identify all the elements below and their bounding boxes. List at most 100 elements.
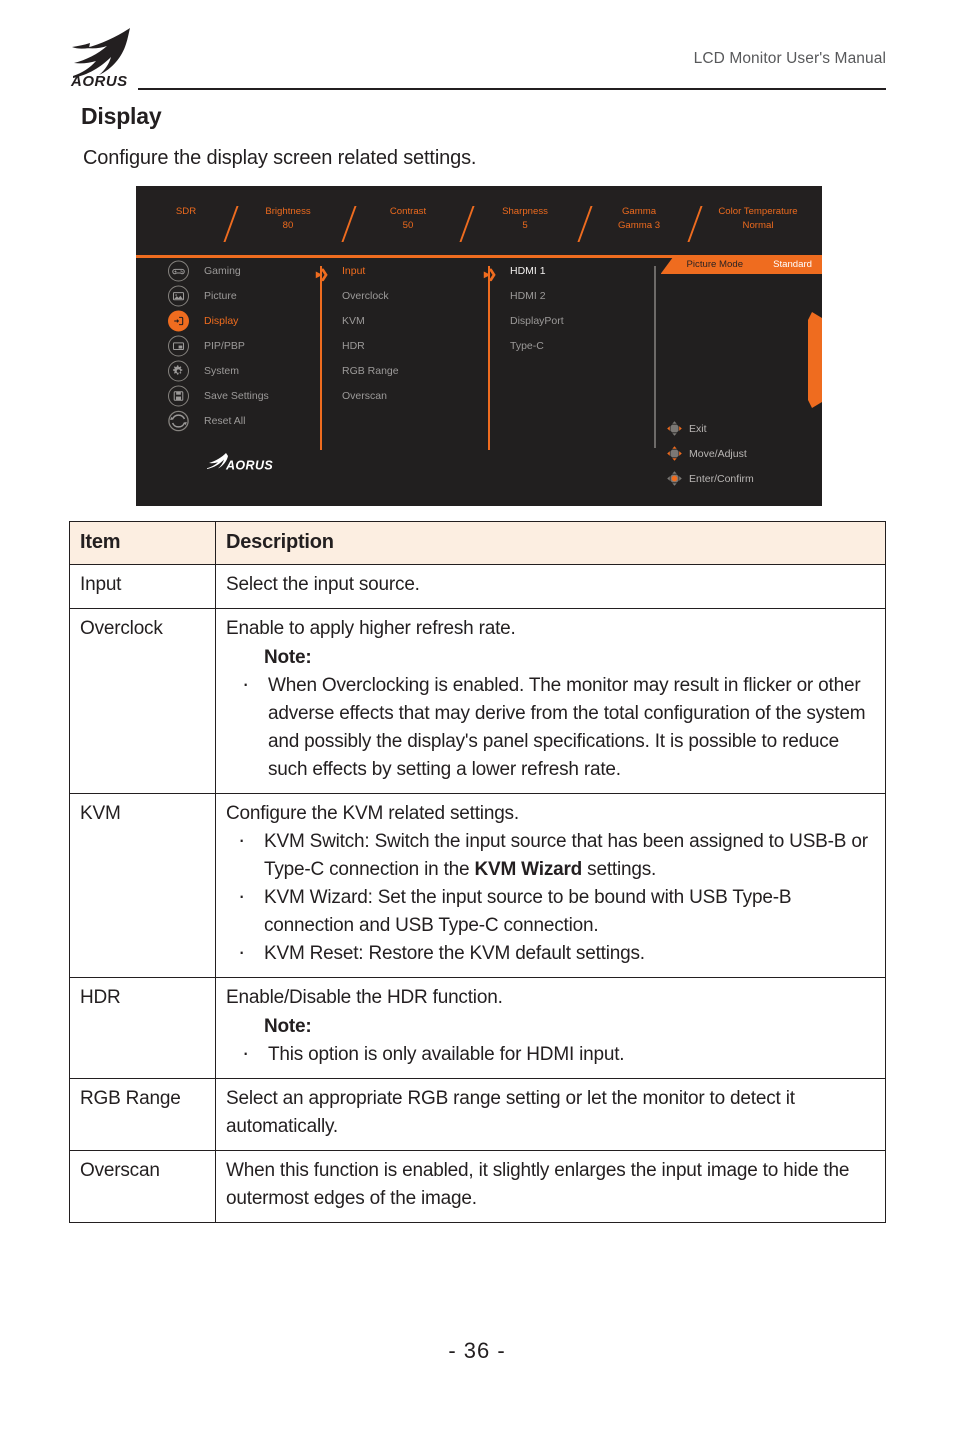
osd-item-label: Type-C bbox=[510, 339, 544, 352]
osd-item-picture[interactable]: Picture bbox=[158, 283, 318, 308]
osd-status-contrast: Contrast 50 bbox=[389, 206, 427, 231]
aorus-logo: AORUS bbox=[68, 26, 158, 88]
svg-text:AORUS: AORUS bbox=[70, 73, 128, 88]
note-label: Note: bbox=[264, 1016, 312, 1037]
osd-item-gaming[interactable]: Gaming bbox=[158, 258, 318, 283]
gear-icon bbox=[168, 360, 189, 381]
reset-icon bbox=[168, 410, 189, 431]
osd-menu-body: ▸❯ ▸❯ Gaming Picture Display PIP/PBP Sys… bbox=[136, 258, 822, 506]
osd-options-column: HDMI 1 HDMI 2 DisplayPort Type-C bbox=[510, 258, 670, 358]
osd-menu-screenshot: SDR Brightness 80 Contrast 50 Sharpness … bbox=[136, 186, 822, 506]
table-header-row: Item Description bbox=[69, 521, 886, 565]
row-description: Enable/Disable the HDR function. Note: T… bbox=[215, 977, 886, 1079]
display-input-icon bbox=[168, 310, 189, 331]
bullet-item: KVM Switch: Switch the input source that… bbox=[226, 826, 875, 884]
osd-item-pip-pbp[interactable]: PIP/PBP bbox=[158, 333, 318, 358]
table-header-description: Description bbox=[215, 521, 886, 565]
osd-status-sep bbox=[341, 206, 357, 242]
osd-status-gamma: Gamma Gamma 3 bbox=[617, 206, 661, 231]
osd-column-divider-2 bbox=[488, 266, 490, 450]
note-bullet-list: When Overclocking is enabled. The monito… bbox=[226, 670, 875, 784]
osd-item-display[interactable]: Display bbox=[158, 308, 318, 333]
osd-subitem-kvm[interactable]: KVM bbox=[342, 308, 488, 333]
joystick-move-icon bbox=[666, 445, 683, 462]
osd-item-label: Display bbox=[204, 314, 239, 327]
pip-icon bbox=[168, 335, 189, 356]
osd-item-label: Input bbox=[342, 264, 366, 277]
osd-subitem-overscan[interactable]: Overscan bbox=[342, 383, 488, 408]
osd-item-label: DisplayPort bbox=[510, 314, 564, 327]
note-label: Note: bbox=[264, 647, 312, 668]
page-title: Display bbox=[81, 103, 162, 129]
table-row: Overscan When this function is enabled, … bbox=[69, 1150, 886, 1223]
bullet-item: KVM Wizard: Set the input source to be b… bbox=[226, 882, 875, 940]
osd-status-brightness: Brightness 80 bbox=[265, 206, 311, 231]
osd-navigation-hints: Exit Move/Adjust Enter/Confirm bbox=[666, 416, 754, 491]
osd-item-label: HDR bbox=[342, 339, 365, 352]
osd-item-label: HDMI 1 bbox=[510, 264, 546, 277]
nav-hint-label: Enter/Confirm bbox=[689, 472, 754, 485]
osd-option-hdmi-1[interactable]: HDMI 1 bbox=[510, 258, 670, 283]
osd-item-label: Reset All bbox=[204, 414, 246, 427]
image-icon bbox=[168, 285, 189, 306]
page-number: - 36 - bbox=[448, 1338, 506, 1363]
row-description: Configure the KVM related settings. KVM … bbox=[215, 793, 886, 978]
gamepad-icon bbox=[168, 260, 189, 281]
table-row: Overclock Enable to apply higher refresh… bbox=[69, 608, 886, 794]
row-item-name: Input bbox=[69, 564, 216, 609]
osd-status-sharpness: Sharpness 5 bbox=[502, 206, 548, 231]
desc-main: Select an appropriate RGB range setting … bbox=[226, 1088, 795, 1137]
table-row: HDR Enable/Disable the HDR function. Not… bbox=[69, 977, 886, 1079]
osd-item-label: Gaming bbox=[204, 264, 241, 277]
osd-item-label: Save Settings bbox=[204, 389, 269, 402]
desc-main: When this function is enabled, it slight… bbox=[226, 1160, 850, 1209]
osd-subitem-input[interactable]: Input bbox=[342, 258, 488, 283]
header-title: LCD Monitor User's Manual bbox=[693, 50, 886, 67]
note-bullet: This option is only available for HDMI i… bbox=[226, 1039, 875, 1069]
row-description: Select an appropriate RGB range setting … bbox=[215, 1078, 886, 1151]
osd-item-system[interactable]: System bbox=[158, 358, 318, 383]
osd-item-label: System bbox=[204, 364, 240, 377]
osd-item-save-settings[interactable]: Save Settings bbox=[158, 383, 318, 408]
aorus-logo-osd: AORUS bbox=[206, 452, 290, 474]
osd-status-sep bbox=[223, 206, 239, 242]
osd-status-bar: SDR Brightness 80 Contrast 50 Sharpness … bbox=[136, 186, 822, 255]
osd-subitem-hdr[interactable]: HDR bbox=[342, 333, 488, 358]
note-bullet: When Overclocking is enabled. The monito… bbox=[226, 670, 875, 784]
row-item-name: HDR bbox=[69, 977, 216, 1079]
row-description: Select the input source. bbox=[215, 564, 886, 609]
row-item-name: Overclock bbox=[69, 608, 216, 794]
desc-main: Select the input source. bbox=[226, 574, 420, 595]
table-row: RGB Range Select an appropriate RGB rang… bbox=[69, 1078, 886, 1151]
nav-hint-enter-confirm: Enter/Confirm bbox=[666, 466, 754, 491]
joystick-enter-icon bbox=[666, 470, 683, 487]
osd-subitem-rgb-range[interactable]: RGB Range bbox=[342, 358, 488, 383]
section-intro: Configure the display screen related set… bbox=[83, 147, 477, 169]
osd-status-sdr: SDR bbox=[175, 206, 197, 217]
row-description: Enable to apply higher refresh rate. Not… bbox=[215, 608, 886, 794]
osd-subitem-overclock[interactable]: Overclock bbox=[342, 283, 488, 308]
osd-option-type-c[interactable]: Type-C bbox=[510, 333, 670, 358]
nav-hint-move-adjust: Move/Adjust bbox=[666, 441, 754, 466]
osd-option-hdmi-2[interactable]: HDMI 2 bbox=[510, 283, 670, 308]
settings-description-table: Item Description Input Select the input … bbox=[69, 521, 886, 1223]
osd-item-reset-all[interactable]: Reset All bbox=[158, 408, 318, 433]
row-item-name: KVM bbox=[69, 793, 216, 978]
joystick-exit-icon bbox=[666, 420, 683, 437]
page-header: AORUS LCD Monitor User's Manual bbox=[0, 0, 954, 100]
desc-main: Configure the KVM related settings. bbox=[226, 803, 519, 824]
save-icon bbox=[168, 385, 189, 406]
table-row: KVM Configure the KVM related settings. … bbox=[69, 793, 886, 978]
bullet-list: KVM Switch: Switch the input source that… bbox=[226, 826, 875, 968]
svg-text:AORUS: AORUS bbox=[225, 459, 273, 473]
osd-item-label: PIP/PBP bbox=[204, 339, 245, 352]
osd-item-label: KVM bbox=[342, 314, 365, 327]
nav-hint-exit: Exit bbox=[666, 416, 754, 441]
osd-status-sep bbox=[687, 206, 703, 242]
osd-status-sep bbox=[577, 206, 593, 242]
osd-item-label: Overclock bbox=[342, 289, 389, 302]
table-header-item: Item bbox=[69, 521, 216, 565]
osd-item-label: RGB Range bbox=[342, 364, 399, 377]
osd-option-displayport[interactable]: DisplayPort bbox=[510, 308, 670, 333]
osd-status-sep bbox=[459, 206, 475, 242]
